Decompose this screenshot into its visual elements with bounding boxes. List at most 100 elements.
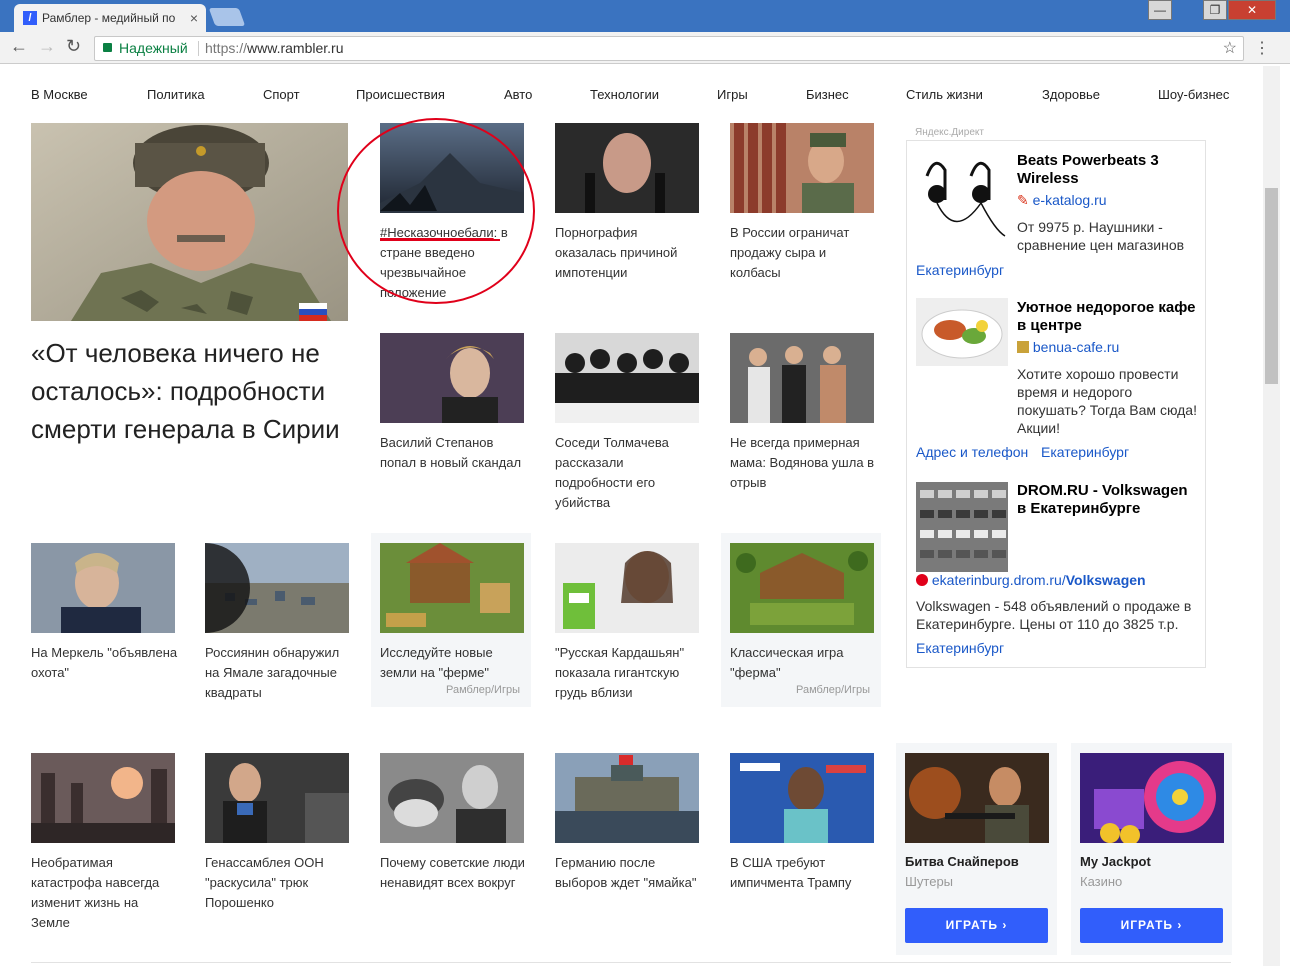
game-thumb-jackpot[interactable] [1080,753,1224,843]
reload-icon[interactable]: ↻ [66,36,81,57]
new-tab-button[interactable] [208,8,246,26]
ad-image-cafe[interactable] [916,298,1008,366]
secure-label: Надежный [119,40,188,56]
news-thumb-16[interactable] [730,753,874,843]
back-icon[interactable]: ← [10,36,28,57]
ad-title-2[interactable]: Уютное недорогое кафе в центре [1017,299,1197,335]
ad-domain-1-text[interactable]: e-katalog.ru [1033,192,1107,208]
news-caption-3[interactable]: В России ограничат продажу сыра и колбас… [730,223,875,283]
ad-domain-1[interactable]: ✎ e-katalog.ru [1017,192,1107,209]
lead-story-headline[interactable]: «От человека ничего не осталось»: подроб… [31,334,351,448]
news-caption-4[interactable]: Василий Степанов попал в новый скандал [380,433,525,473]
lock-icon [103,43,112,52]
address-bar[interactable]: Надежный https://www.rambler.ru ☆ [94,36,1244,61]
ad-title-1[interactable]: Beats Powerbeats 3 Wireless [1017,152,1197,188]
news-caption-2[interactable]: Порнография оказалась причиной импотенци… [555,223,700,283]
news-caption-8[interactable]: Россиянин обнаружил на Ямале загадочные … [205,643,350,703]
news-thumb-11[interactable] [730,543,874,633]
ad-domain-2-text[interactable]: benua-cafe.ru [1033,339,1119,355]
tab-title: Рамблер - медийный по [42,11,176,25]
nav-item-games[interactable]: Игры [717,87,748,102]
scrollbar-thumb[interactable] [1265,188,1278,384]
news-caption-12[interactable]: Необратимая катастрофа навсегда изменит … [31,853,176,933]
game-title-1[interactable]: Битва Снайперов [905,854,1019,869]
news-caption-13[interactable]: Генассамблея ООН "раскусила" трюк Пороше… [205,853,350,913]
lead-story-image[interactable] [31,123,348,321]
ad-image-cars[interactable] [916,482,1008,572]
game-title-2[interactable]: My Jackpot [1080,854,1151,869]
url-text: https://www.rambler.ru [205,37,344,60]
news-thumb-6[interactable] [730,333,874,423]
news-thumb-4[interactable] [380,333,524,423]
news-caption-14[interactable]: Почему советские люди ненавидят всех вок… [380,853,525,893]
play-button-2[interactable]: ИГРАТЬ › [1080,908,1223,943]
url-scheme: https:// [205,40,248,56]
news-thumb-2[interactable] [555,123,699,213]
ad-link-2-city[interactable]: Екатеринбург [1041,444,1129,460]
game-thumb-sniper[interactable] [905,753,1049,843]
nav-item-auto[interactable]: Авто [504,87,532,102]
nav-item-showbiz[interactable]: Шоу-бизнес [1158,87,1229,102]
news-caption-10[interactable]: "Русская Кардашьян" показала гигантскую … [555,643,700,703]
news-caption-7[interactable]: На Меркель "объявлена охота" [31,643,181,683]
news-thumb-8[interactable] [205,543,349,633]
news-thumb-13[interactable] [205,753,349,843]
nav-item-sport[interactable]: Спорт [263,87,300,102]
ad-domain-3-text[interactable]: ekaterinburg.drom.ru/ [932,572,1066,588]
ad-text-2: Хотите хорошо провести время и недорого … [1017,366,1197,436]
news-thumb-7[interactable] [31,543,175,633]
menu-icon[interactable]: ⋮ [1254,38,1270,58]
news-caption-5[interactable]: Соседи Толмачева рассказали подробности … [555,433,700,513]
minimize-button[interactable]: — [1148,0,1172,20]
news-thumb-9[interactable] [380,543,524,633]
ad-link-3-city[interactable]: Екатеринбург [916,640,1004,656]
news-thumb-15[interactable] [555,753,699,843]
news-thumb-12[interactable] [31,753,175,843]
nav-item-lifestyle[interactable]: Стиль жизни [906,87,983,102]
news-thumb-10[interactable] [555,543,699,633]
news-caption-9[interactable]: Исследуйте новые земли на "ферме" [380,643,525,683]
address-separator [198,41,199,56]
ad-title-3[interactable]: DROM.RU - Volkswagen в Екатеринбурге [1017,482,1197,518]
play-button-1[interactable]: ИГРАТЬ › [905,908,1048,943]
game-genre-1: Шутеры [905,874,954,889]
nav-item-tech[interactable]: Технологии [590,87,659,102]
nav-item-politics[interactable]: Политика [147,87,205,102]
news-caption-6[interactable]: Не всегда примерная мама: Водянова ушла … [730,433,875,493]
news-thumb-14[interactable] [380,753,524,843]
ad-domain-3-bold[interactable]: Volkswagen [1066,572,1146,588]
browser-tab[interactable]: / Рамблер - медийный по × [14,4,206,32]
ad-domain-3[interactable]: ekaterinburg.drom.ru/Volkswagen [916,572,1146,588]
news-caption-16[interactable]: В США требуют импичмента Трампу [730,853,875,893]
star-icon[interactable]: ☆ [1223,37,1237,60]
benua-favicon-icon [1017,341,1029,353]
maximize-button[interactable]: ❐ [1203,0,1227,20]
nav-item-business[interactable]: Бизнес [806,87,849,102]
close-window-button[interactable]: ✕ [1228,0,1276,20]
forward-icon[interactable]: → [38,36,56,57]
nav-item-moscow[interactable]: В Москве [31,87,88,102]
ads-label: Яндекс.Директ [915,127,984,138]
url-host: www.rambler.ru [247,40,344,56]
promo-source-2: Рамблер/Игры [796,684,870,696]
ad-text-1: От 9975 р. Наушники - сравнение цен мага… [1017,219,1185,253]
browser-toolbar: ← → ↻ Надежный https://www.rambler.ru ☆ … [0,32,1290,64]
drom-favicon-icon [916,574,928,586]
news-caption-15[interactable]: Германию после выборов ждет "ямайка" [555,853,700,893]
bottom-divider [31,962,1231,963]
nav-item-health[interactable]: Здоровье [1042,87,1100,102]
news-thumb-5[interactable] [555,333,699,423]
ad-link-2-address[interactable]: Адрес и телефон [916,444,1028,460]
red-annotation-circle [337,118,535,304]
rambler-favicon-icon: / [23,11,37,25]
browser-tab-bar: / Рамблер - медийный по × — ❐ ✕ [0,0,1290,32]
game-genre-2: Казино [1080,874,1123,889]
ad-image-headphones[interactable] [915,150,1009,240]
ad-domain-2[interactable]: benua-cafe.ru [1017,339,1119,355]
news-thumb-3[interactable] [730,123,874,213]
tab-close-icon[interactable]: × [190,4,198,32]
nav-item-incidents[interactable]: Происшествия [356,87,445,102]
ad-link-1-city[interactable]: Екатеринбург [916,262,1004,278]
ad-text-3: Volkswagen - 548 объявлений о продаже в … [916,598,1192,632]
news-caption-11[interactable]: Классическая игра "ферма" [730,643,875,683]
